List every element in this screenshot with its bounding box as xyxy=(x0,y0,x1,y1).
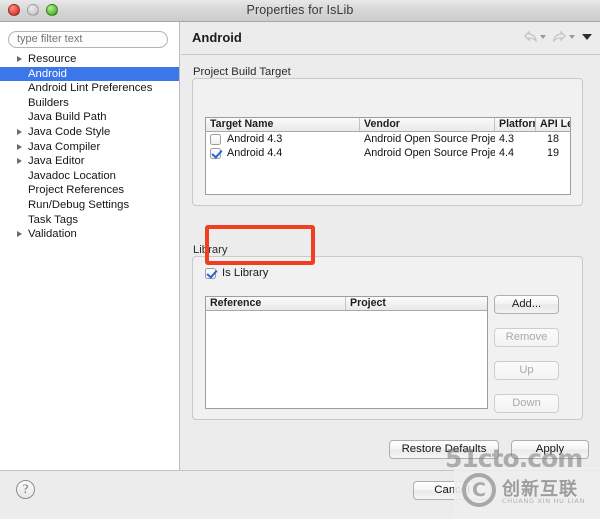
page-nav-controls xyxy=(524,31,592,42)
platform-cell: 4.4 xyxy=(499,147,515,159)
sidebar-item-android[interactable]: Android xyxy=(0,66,179,82)
sidebar-item-validation[interactable]: Validation xyxy=(0,227,179,242)
down-button[interactable]: Down xyxy=(494,394,559,413)
expand-arrow-icon[interactable] xyxy=(17,231,22,238)
platform-cell: 4.3 xyxy=(499,133,515,145)
restore-defaults-button[interactable]: Restore Defaults xyxy=(389,440,499,459)
sidebar-item-builders[interactable]: Builders xyxy=(0,96,179,111)
page-header: Android xyxy=(181,22,600,55)
target-checkbox[interactable] xyxy=(210,147,221,159)
sidebar-item-javadoc-location[interactable]: Javadoc Location xyxy=(0,169,179,184)
sidebar-item-android-lint-preferences[interactable]: Android Lint Preferences xyxy=(0,81,179,96)
filter-input[interactable] xyxy=(8,30,168,48)
build-target-group-label: Project Build Target xyxy=(193,66,291,78)
sidebar-item-label: Java Code Style xyxy=(28,125,111,138)
help-icon[interactable]: ? xyxy=(16,480,35,499)
is-library-row[interactable]: Is Library xyxy=(205,267,268,279)
remove-button[interactable]: Remove xyxy=(494,328,559,347)
sidebar-item-label: Android Lint Preferences xyxy=(28,82,153,95)
library-group: Reference Project Add... Remove Up Down xyxy=(192,256,583,420)
forward-menu-chevron-down-icon[interactable] xyxy=(569,34,575,39)
column-header-project[interactable]: Project xyxy=(346,297,487,310)
view-menu-chevron-down-icon[interactable] xyxy=(582,33,592,40)
settings-sidebar: Resource Android Android Lint Preference… xyxy=(0,22,180,470)
add-button[interactable]: Add... xyxy=(494,295,559,314)
sidebar-item-label: Run/Debug Settings xyxy=(28,198,130,211)
sidebar-item-label: Builders xyxy=(28,96,69,109)
is-library-label: Is Library xyxy=(222,267,269,279)
back-menu-chevron-down-icon[interactable] xyxy=(540,34,546,39)
page-title: Android xyxy=(192,30,242,45)
settings-content-pane: Android Project Build Target Target Name… xyxy=(181,22,600,470)
vendor-cell: Android Open Source Project xyxy=(364,133,495,145)
expand-arrow-icon[interactable] xyxy=(17,143,22,150)
settings-tree: Resource Android Android Lint Preference… xyxy=(0,52,179,242)
sidebar-item-java-editor[interactable]: Java Editor xyxy=(0,154,179,169)
table-header-row: Reference Project xyxy=(206,297,487,311)
library-group-label: Library xyxy=(193,244,228,256)
back-arrow-icon[interactable] xyxy=(524,31,537,42)
cancel-button[interactable]: Cancel xyxy=(413,481,491,500)
window-titlebar: Properties for IsLib xyxy=(0,0,600,22)
sidebar-item-run-debug-settings[interactable]: Run/Debug Settings xyxy=(0,198,179,213)
target-name-cell: Android 4.4 xyxy=(206,146,360,160)
sidebar-item-label: Validation xyxy=(28,228,77,241)
library-references-table[interactable]: Reference Project xyxy=(205,296,488,409)
expand-arrow-icon[interactable] xyxy=(17,56,22,62)
column-header-target-name[interactable]: Target Name xyxy=(206,118,360,131)
sidebar-item-java-compiler[interactable]: Java Compiler xyxy=(0,140,179,155)
sidebar-item-label: Javadoc Location xyxy=(28,169,116,182)
up-button[interactable]: Up xyxy=(494,361,559,380)
expand-arrow-icon[interactable] xyxy=(17,128,22,135)
target-checkbox[interactable] xyxy=(210,133,221,145)
is-library-checkbox[interactable] xyxy=(205,267,216,279)
sidebar-item-label: Java Build Path xyxy=(28,111,107,124)
column-header-api-level[interactable]: API Le xyxy=(536,118,570,131)
target-name-text: Android 4.4 xyxy=(227,147,283,159)
vendor-cell: Android Open Source Project xyxy=(364,147,495,159)
filter-field-wrapper xyxy=(8,29,168,48)
sidebar-item-label: Resource xyxy=(28,53,77,65)
column-header-reference[interactable]: Reference xyxy=(206,297,346,310)
dialog-footer: ? xyxy=(0,470,600,519)
sidebar-item-java-build-path[interactable]: Java Build Path xyxy=(0,110,179,125)
api-level-cell: 19 xyxy=(546,147,559,159)
sidebar-item-label: Task Tags xyxy=(28,213,79,226)
sidebar-item-label: Java Compiler xyxy=(28,140,101,153)
sidebar-item-project-references[interactable]: Project References xyxy=(0,183,179,198)
window-title: Properties for IsLib xyxy=(246,3,354,17)
api-level-cell: 18 xyxy=(546,133,559,145)
table-row[interactable]: Android 4.3 Android Open Source Project … xyxy=(206,132,570,146)
column-header-platform[interactable]: Platform xyxy=(495,118,536,131)
sidebar-item-java-code-style[interactable]: Java Code Style xyxy=(0,125,179,140)
target-name-text: Android 4.3 xyxy=(227,133,283,145)
table-header-row: Target Name Vendor Platform API Le xyxy=(206,118,570,132)
build-target-group: Target Name Vendor Platform API Le Andro… xyxy=(192,78,583,206)
forward-arrow-icon[interactable] xyxy=(553,31,566,42)
apply-button[interactable]: Apply xyxy=(511,440,589,459)
sidebar-item-label: Project References xyxy=(28,184,125,197)
table-row[interactable]: Android 4.4 Android Open Source Project … xyxy=(206,146,570,160)
expand-arrow-icon[interactable] xyxy=(17,158,22,165)
build-target-table[interactable]: Target Name Vendor Platform API Le Andro… xyxy=(205,117,571,195)
sidebar-item-resource[interactable]: Resource xyxy=(0,52,179,67)
sidebar-item-label: Android xyxy=(28,67,67,80)
column-header-vendor[interactable]: Vendor xyxy=(360,118,495,131)
sidebar-item-label: Java Editor xyxy=(28,155,85,168)
target-name-cell: Android 4.3 xyxy=(206,132,360,146)
properties-dialog: Properties for IsLib Resource Android An… xyxy=(0,0,600,519)
sidebar-item-task-tags[interactable]: Task Tags xyxy=(0,213,179,228)
